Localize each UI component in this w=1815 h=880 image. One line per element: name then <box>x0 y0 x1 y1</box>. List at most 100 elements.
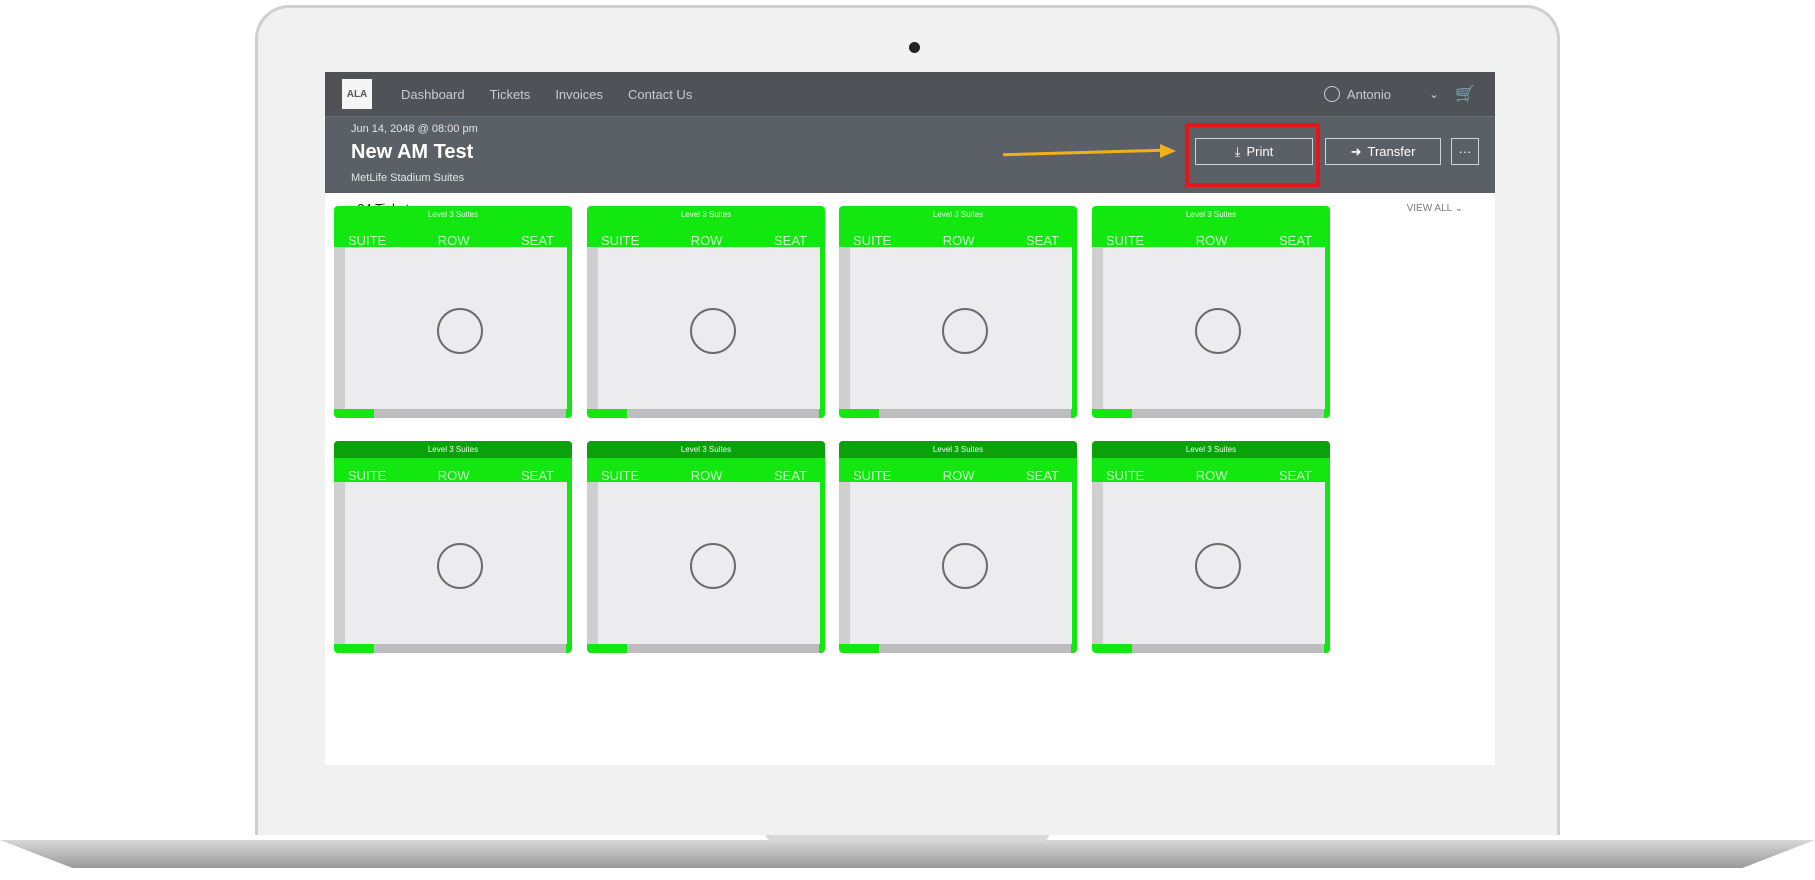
col-row: ROW <box>942 233 975 248</box>
ticket-card[interactable]: Level 3 Suites SUITE ROW SEAT <box>334 441 572 653</box>
ticket-bottom-strip <box>879 409 1071 418</box>
ticket-body <box>345 247 567 409</box>
top-nav: ALA Dashboard Tickets Invoices Contact U… <box>325 72 1495 116</box>
more-label: ··· <box>1458 144 1472 159</box>
ticket-bottom-strip <box>374 644 566 653</box>
ticket-bottom-strip <box>627 644 819 653</box>
user-name: Antonio <box>1346 86 1392 102</box>
ticket-strip <box>839 482 850 644</box>
ticket-section: Level 3 Suites <box>1092 441 1330 458</box>
col-suite: SUITE <box>853 468 892 483</box>
col-seat: SEAT <box>520 468 554 483</box>
annotation-arrow-head <box>1160 144 1176 158</box>
col-suite: SUITE <box>601 468 640 483</box>
transfer-label: Transfer <box>1367 144 1416 159</box>
ticket-body <box>598 247 820 409</box>
arrow-right-icon: ➜ <box>1350 143 1362 159</box>
chevron-down-icon: ⌄ <box>1454 203 1463 214</box>
brand-logo[interactable]: ALA <box>342 79 372 109</box>
loading-ring-icon <box>1195 543 1241 589</box>
ticket-body <box>345 482 567 644</box>
ticket-section: Level 3 Suites <box>839 441 1077 458</box>
col-suite: SUITE <box>1106 468 1145 483</box>
ticket-strip <box>1092 482 1103 644</box>
ticket-section: Level 3 Suites <box>680 210 732 219</box>
transfer-button[interactable]: ➜ Transfer <box>1325 138 1441 165</box>
col-seat: SEAT <box>1278 468 1312 483</box>
view-all-link[interactable]: VIEW ALL ⌄ <box>1407 203 1463 214</box>
ticket-strip <box>587 482 598 644</box>
ticket-section: Level 3 Suites <box>334 441 572 458</box>
col-row: ROW <box>1195 468 1228 483</box>
loading-ring-icon <box>690 543 736 589</box>
chevron-down-icon[interactable]: ⌄ <box>1429 87 1439 101</box>
annotation-arrow <box>1002 148 1164 157</box>
col-row: ROW <box>690 233 723 248</box>
webcam-icon <box>909 42 920 53</box>
ticket-card[interactable]: Level 3 Suites SUITE ROW SEAT <box>587 206 825 418</box>
ticket-card[interactable]: Level 3 Suites SUITE ROW SEAT <box>1092 206 1330 418</box>
col-row: ROW <box>437 233 470 248</box>
more-options-button[interactable]: ··· <box>1451 138 1479 165</box>
ticket-columns: SUITE ROW SEAT <box>334 468 572 483</box>
col-row: ROW <box>690 468 723 483</box>
ticket-strip <box>1092 247 1103 409</box>
col-row: ROW <box>942 468 975 483</box>
ticket-section: Level 3 Suites <box>1185 210 1237 219</box>
col-seat: SEAT <box>520 233 554 248</box>
col-seat: SEAT <box>773 233 807 248</box>
ticket-body <box>598 482 820 644</box>
nav-contact-us[interactable]: Contact Us <box>628 87 692 102</box>
col-suite: SUITE <box>348 233 387 248</box>
col-suite: SUITE <box>601 233 640 248</box>
ticket-section: Level 3 Suites <box>427 210 479 219</box>
loading-ring-icon <box>942 543 988 589</box>
ticket-card[interactable]: Level 3 Suites SUITE ROW SEAT <box>839 206 1077 418</box>
event-header: Jun 14, 2048 @ 08:00 pm New AM Test MetL… <box>325 116 1495 193</box>
ticket-bottom-strip <box>879 644 1071 653</box>
cart-icon[interactable]: 🛒 <box>1455 84 1475 104</box>
col-row: ROW <box>437 468 470 483</box>
print-highlight-box <box>1185 123 1320 187</box>
col-suite: SUITE <box>1106 233 1145 248</box>
app-screen: ALA Dashboard Tickets Invoices Contact U… <box>325 72 1495 765</box>
ticket-columns: SUITE ROW SEAT <box>334 233 572 248</box>
nav-tickets[interactable]: Tickets <box>490 87 531 102</box>
logo-text: ALA <box>346 88 368 100</box>
ticket-card[interactable]: Level 3 Suites SUITE ROW SEAT <box>587 441 825 653</box>
loading-ring-icon <box>942 308 988 354</box>
col-suite: SUITE <box>853 233 892 248</box>
ticket-section: Level 3 Suites <box>932 210 984 219</box>
event-date: Jun 14, 2048 @ 08:00 pm <box>351 123 478 135</box>
ticket-card[interactable]: Level 3 Suites SUITE ROW SEAT <box>839 441 1077 653</box>
ticket-columns: SUITE ROW SEAT <box>839 468 1077 483</box>
nav-invoices[interactable]: Invoices <box>555 87 603 102</box>
ticket-strip <box>587 247 598 409</box>
ticket-section: Level 3 Suites <box>587 441 825 458</box>
ticket-bottom-strip <box>1132 409 1324 418</box>
col-seat: SEAT <box>1278 233 1312 248</box>
view-all-label: VIEW ALL <box>1406 203 1452 214</box>
ticket-body <box>850 247 1072 409</box>
loading-ring-icon <box>437 543 483 589</box>
col-seat: SEAT <box>1025 233 1059 248</box>
ticket-columns: SUITE ROW SEAT <box>839 233 1077 248</box>
ticket-card[interactable]: Level 3 Suites SUITE ROW SEAT <box>334 206 572 418</box>
loading-ring-icon <box>1195 308 1241 354</box>
nav-dashboard[interactable]: Dashboard <box>401 87 465 102</box>
col-suite: SUITE <box>348 468 387 483</box>
ticket-strip <box>334 247 345 409</box>
ticket-columns: SUITE ROW SEAT <box>1092 468 1330 483</box>
ticket-body <box>1103 247 1325 409</box>
ticket-bottom-strip <box>1132 644 1324 653</box>
event-venue: MetLife Stadium Suites <box>351 172 465 184</box>
ticket-card[interactable]: Level 3 Suites SUITE ROW SEAT <box>1092 441 1330 653</box>
loading-ring-icon <box>690 308 736 354</box>
ticket-columns: SUITE ROW SEAT <box>587 233 825 248</box>
user-menu[interactable]: Antonio ⌄ 🛒 <box>1323 72 1475 116</box>
col-seat: SEAT <box>1025 468 1059 483</box>
col-seat: SEAT <box>773 468 807 483</box>
ticket-bottom-strip <box>627 409 819 418</box>
ticket-body <box>850 482 1072 644</box>
ticket-strip <box>334 482 345 644</box>
